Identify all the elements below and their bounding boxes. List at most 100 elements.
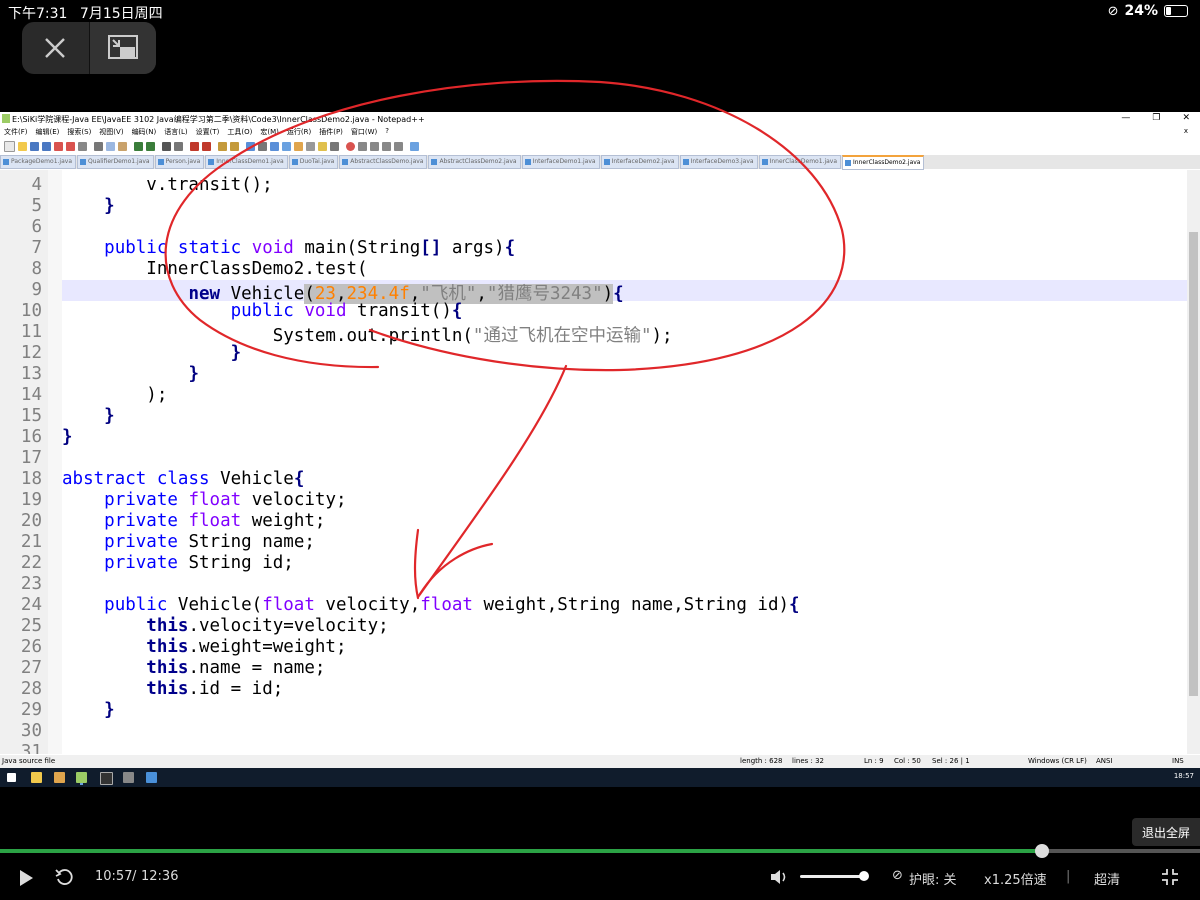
play-icon[interactable] (18, 869, 34, 887)
all-chars-icon[interactable] (258, 141, 267, 151)
folder-workspace-icon[interactable] (318, 141, 327, 151)
controls-divider: | (1066, 869, 1071, 884)
volume-icon[interactable] (770, 868, 790, 886)
menu-tools[interactable]: 工具(O) (223, 126, 256, 138)
replay-icon[interactable] (55, 868, 73, 886)
tab-abstractclassdemo[interactable]: AbstractClassDemo.java (339, 155, 428, 169)
save-macro-icon[interactable] (394, 141, 403, 151)
menu-plugins[interactable]: 插件(P) (315, 126, 347, 138)
zoom-in-icon[interactable] (190, 141, 199, 151)
battery-icon (1164, 5, 1188, 17)
menu-macro[interactable]: 宏(M) (256, 126, 283, 138)
replace-icon[interactable] (174, 141, 183, 151)
print-icon[interactable] (78, 141, 87, 151)
run-macro-icon[interactable] (382, 141, 391, 151)
close-button[interactable] (22, 22, 89, 74)
code-editor[interactable]: 4 5 6 7 8 9 10 11 12 13 14 15 16 17 18 19 20 21 22 23 24 25 26… (0, 170, 1187, 754)
tab-abstractclassdemo2[interactable]: AbstractClassDemo2.java (428, 155, 521, 169)
tab-interfacedemo1[interactable]: InterfaceDemo1.java (521, 155, 600, 169)
spellcheck-icon[interactable] (410, 141, 419, 151)
app-icon-5[interactable] (123, 772, 134, 783)
record-macro-icon[interactable] (346, 141, 355, 151)
monitor-icon[interactable] (330, 141, 339, 151)
picture-in-picture-button[interactable] (88, 22, 156, 74)
undo-icon[interactable] (134, 141, 143, 151)
menu-view[interactable]: 视图(V) (95, 126, 127, 138)
line-number: 16 (20, 427, 42, 447)
menu-help[interactable]: ? (381, 126, 393, 138)
tab-innerclassdemo2[interactable]: InnerClassDemo2.java (842, 155, 925, 170)
copy-icon[interactable] (106, 141, 115, 151)
tab-innerclassdemo1[interactable]: InnerClassDemo1.java (205, 155, 288, 169)
menu-run[interactable]: 运行(R) (283, 126, 315, 138)
exit-fullscreen-button[interactable]: 退出全屏 (1132, 818, 1200, 846)
redo-icon[interactable] (146, 141, 155, 151)
tab-interfacedemo2[interactable]: InterfaceDemo2.java (600, 155, 679, 169)
line-number: 28 (20, 679, 42, 699)
sync-v-icon[interactable] (218, 141, 227, 151)
doc-length: length : 628 (740, 757, 783, 765)
app-icon-6[interactable] (146, 772, 157, 783)
code-line: private String name; (104, 532, 315, 552)
tab-packagedemo1[interactable]: PackageDemo1.java (0, 155, 76, 169)
app-icon-2[interactable] (54, 772, 65, 783)
function-list-icon[interactable] (306, 141, 315, 151)
tab-interfacedemo3[interactable]: InterfaceDemo3.java (679, 155, 758, 169)
window-title: E:\SiKi学院课程-Java EE\JavaEE 3102 Java编程学习… (12, 115, 425, 124)
scrollbar-thumb[interactable] (1189, 232, 1198, 696)
indent-guide-icon[interactable] (270, 141, 279, 151)
menu-search[interactable]: 搜索(S) (63, 126, 95, 138)
save-all-icon[interactable] (42, 141, 51, 151)
find-icon[interactable] (162, 141, 171, 151)
quality-button[interactable]: 超清 (1094, 869, 1120, 888)
code-line: public Vehicle(float velocity,float weig… (104, 595, 800, 615)
paste-icon[interactable] (118, 141, 127, 151)
line-number: 11 (20, 322, 42, 342)
cursor-line: Ln : 9 (864, 757, 884, 765)
cut-icon[interactable] (94, 141, 103, 151)
close-file-icon[interactable] (54, 141, 63, 151)
terminal-icon[interactable] (100, 772, 113, 785)
speed-button[interactable]: x1.25倍速 (984, 869, 1047, 888)
minimize-button[interactable]: — (1121, 113, 1130, 123)
lang-icon[interactable] (282, 141, 291, 151)
fullscreen-icon[interactable] (1161, 868, 1179, 886)
menu-language[interactable]: 语言(L) (160, 126, 191, 138)
zoom-out-icon[interactable] (202, 141, 211, 151)
menu-edit[interactable]: 编辑(E) (32, 126, 64, 138)
code-line: } (62, 427, 73, 447)
menu-close-doc[interactable]: x (1180, 126, 1192, 136)
open-file-icon[interactable] (18, 141, 27, 151)
explorer-icon[interactable] (31, 772, 42, 783)
volume-slider[interactable] (800, 875, 866, 878)
windows-start-icon[interactable] (7, 773, 16, 782)
close-all-icon[interactable] (66, 141, 75, 151)
line-number: 14 (20, 385, 42, 405)
line-number: 17 (20, 448, 42, 468)
menu-settings[interactable]: 设置(T) (192, 126, 224, 138)
save-icon[interactable] (30, 141, 39, 151)
toolbar (0, 139, 1200, 153)
tab-person[interactable]: Person.java (154, 155, 205, 169)
notepadpp-taskbar-icon[interactable] (76, 772, 87, 783)
maximize-button[interactable]: ❐ (1152, 113, 1160, 123)
word-wrap-icon[interactable] (246, 141, 255, 151)
line-number: 9 (31, 280, 42, 300)
new-file-icon[interactable] (4, 140, 15, 152)
doc-map-icon[interactable] (294, 141, 303, 151)
tab-qualifierdemo1[interactable]: QualifierDemo1.java (77, 155, 154, 169)
eye-protect-toggle[interactable]: 护眼: 关 (909, 869, 957, 888)
menu-encoding[interactable]: 编码(N) (128, 126, 161, 138)
progress-bar[interactable] (0, 844, 1200, 858)
menu-file[interactable]: 文件(F) (0, 126, 32, 138)
play-macro-icon[interactable] (370, 141, 379, 151)
stop-macro-icon[interactable] (358, 141, 367, 151)
menu-window[interactable]: 窗口(W) (347, 126, 381, 138)
tab-innerclassdemo1-b[interactable]: InnerClassDemo1.java (758, 155, 842, 169)
tab-duotai[interactable]: DuoTai.java (288, 155, 339, 169)
vertical-scrollbar[interactable] (1187, 170, 1200, 754)
close-window-button[interactable]: ✕ (1182, 113, 1190, 123)
progress-knob[interactable] (1034, 844, 1049, 858)
title-bar: E:\SiKi学院课程-Java EE\JavaEE 3102 Java编程学习… (0, 112, 1200, 126)
sync-h-icon[interactable] (230, 141, 239, 151)
